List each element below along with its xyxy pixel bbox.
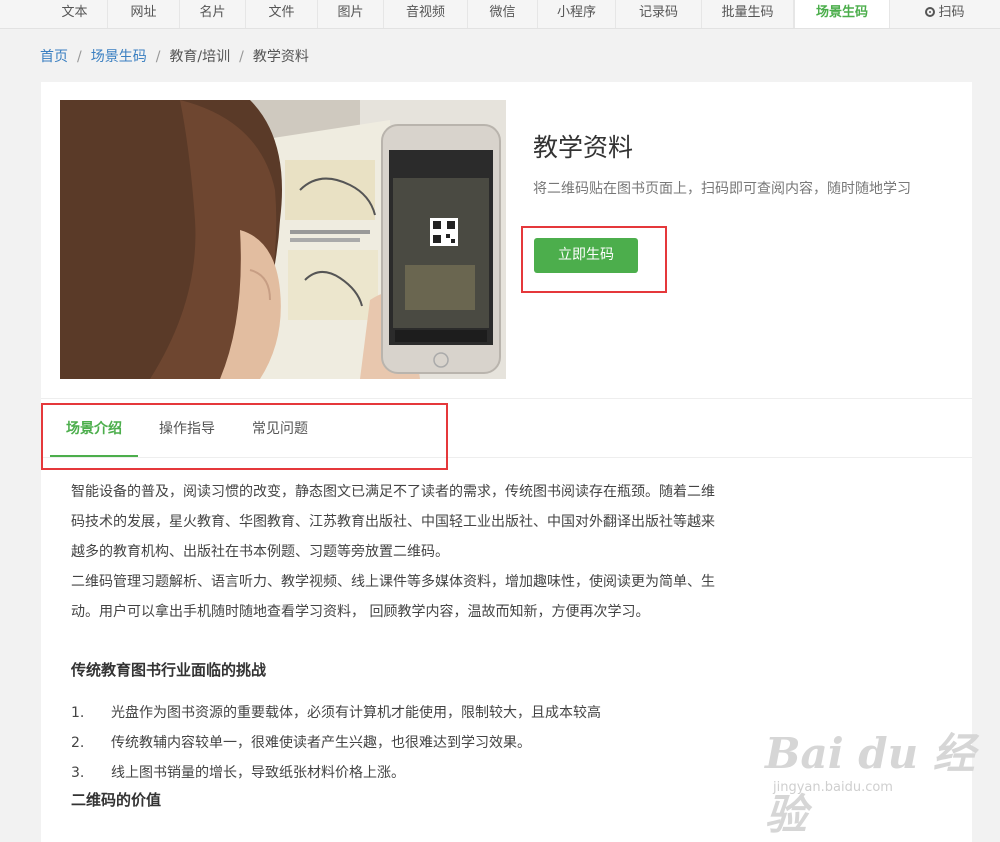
main-card: 教学资料 将二维码贴在图书页面上，扫码即可查阅内容，随时随地学习 立即生码 场景… bbox=[41, 82, 972, 842]
intro-line: 智能设备的普及，阅读习惯的改变，静态图文已满足不了读者的需求，传统图书阅读存在瓶… bbox=[71, 484, 715, 500]
intro-line: 动。用户可以拿出手机随时随地查看学习资料， 回顾教学内容，温故而知新，方便再次学… bbox=[71, 604, 650, 620]
breadcrumb-current: 教学资料 bbox=[252, 49, 309, 65]
list-item: 3. 线上图书销量的增长，导致纸张材料价格上涨。 bbox=[71, 758, 771, 788]
highlight-box-button bbox=[521, 226, 667, 293]
list-number: 1. bbox=[71, 705, 85, 721]
list-text: 线上图书销量的增长，导致纸张材料价格上涨。 bbox=[111, 765, 405, 781]
intro-line: 码技术的发展，星火教育、华图教育、江苏教育出版社、中国轻工业出版社、中国对外翻译… bbox=[71, 514, 715, 530]
highlight-box-tabs bbox=[41, 403, 448, 470]
breadcrumb-category: 教育/培训 bbox=[169, 49, 231, 65]
nav-item-scan[interactable]: 扫码 bbox=[890, 0, 1000, 28]
nav-item-batch[interactable]: 批量生码 bbox=[702, 0, 794, 28]
list-text: 传统教辅内容较单一，很难使读者产生兴趣，也很难达到学习效果。 bbox=[111, 735, 531, 751]
hero-image bbox=[60, 100, 506, 379]
intro-line: 越多的教育机构、出版社在书本例题、习题等旁放置二维码。 bbox=[71, 544, 449, 560]
list-number: 3. bbox=[71, 765, 85, 781]
hero-description: 将二维码贴在图书页面上，扫码即可查阅内容，随时随地学习 bbox=[533, 181, 911, 197]
nav-item-scene[interactable]: 场景生码 bbox=[794, 0, 890, 28]
nav-item-av[interactable]: 音视频 bbox=[384, 0, 468, 28]
nav-item-miniapp[interactable]: 小程序 bbox=[538, 0, 616, 28]
top-nav: 文本 网址 名片 文件 图片 音视频 微信 小程序 记录码 批量生码 场景生码 … bbox=[0, 0, 1000, 29]
challenge-list: 1. 光盘作为图书资源的重要载体，必须有计算机才能使用，限制较大，且成本较高 2… bbox=[71, 698, 771, 788]
hero-title: 教学资料 bbox=[533, 133, 634, 162]
list-item: 1. 光盘作为图书资源的重要载体，必须有计算机才能使用，限制较大，且成本较高 bbox=[71, 698, 771, 728]
divider bbox=[41, 398, 972, 399]
breadcrumb-separator: / bbox=[155, 49, 161, 65]
list-number: 2. bbox=[71, 735, 85, 751]
hero-photo-illustration bbox=[60, 100, 506, 379]
breadcrumb-home[interactable]: 首页 bbox=[40, 49, 68, 65]
nav-item-text[interactable]: 文本 bbox=[42, 0, 108, 28]
breadcrumb-scene[interactable]: 场景生码 bbox=[91, 49, 147, 65]
section-heading: 二维码的价值 bbox=[71, 791, 162, 809]
list-text: 光盘作为图书资源的重要载体，必须有计算机才能使用，限制较大，且成本较高 bbox=[111, 705, 601, 721]
nav-item-image[interactable]: 图片 bbox=[318, 0, 384, 28]
nav-item-wechat[interactable]: 微信 bbox=[468, 0, 538, 28]
scan-label: 扫码 bbox=[938, 5, 965, 20]
intro-content: 智能设备的普及，阅读习惯的改变，静态图文已满足不了读者的需求，传统图书阅读存在瓶… bbox=[71, 477, 771, 809]
scan-icon bbox=[925, 7, 936, 17]
list-item: 2. 传统教辅内容较单一，很难使读者产生兴趣，也很难达到学习效果。 bbox=[71, 728, 771, 758]
nav-item-card[interactable]: 名片 bbox=[180, 0, 246, 28]
nav-item-file[interactable]: 文件 bbox=[246, 0, 318, 28]
nav-item-record[interactable]: 记录码 bbox=[616, 0, 702, 28]
section-heading: 传统教育图书行业面临的挑战 bbox=[71, 661, 267, 679]
nav-item-url[interactable]: 网址 bbox=[108, 0, 180, 28]
breadcrumb: 首页 / 场景生码 / 教育/培训 / 教学资料 bbox=[40, 46, 309, 66]
intro-line: 二维码管理习题解析、语言听力、教学视频、线上课件等多媒体资料，增加趣味性，使阅读… bbox=[71, 574, 715, 590]
breadcrumb-separator: / bbox=[239, 49, 244, 65]
breadcrumb-separator: / bbox=[77, 49, 82, 65]
